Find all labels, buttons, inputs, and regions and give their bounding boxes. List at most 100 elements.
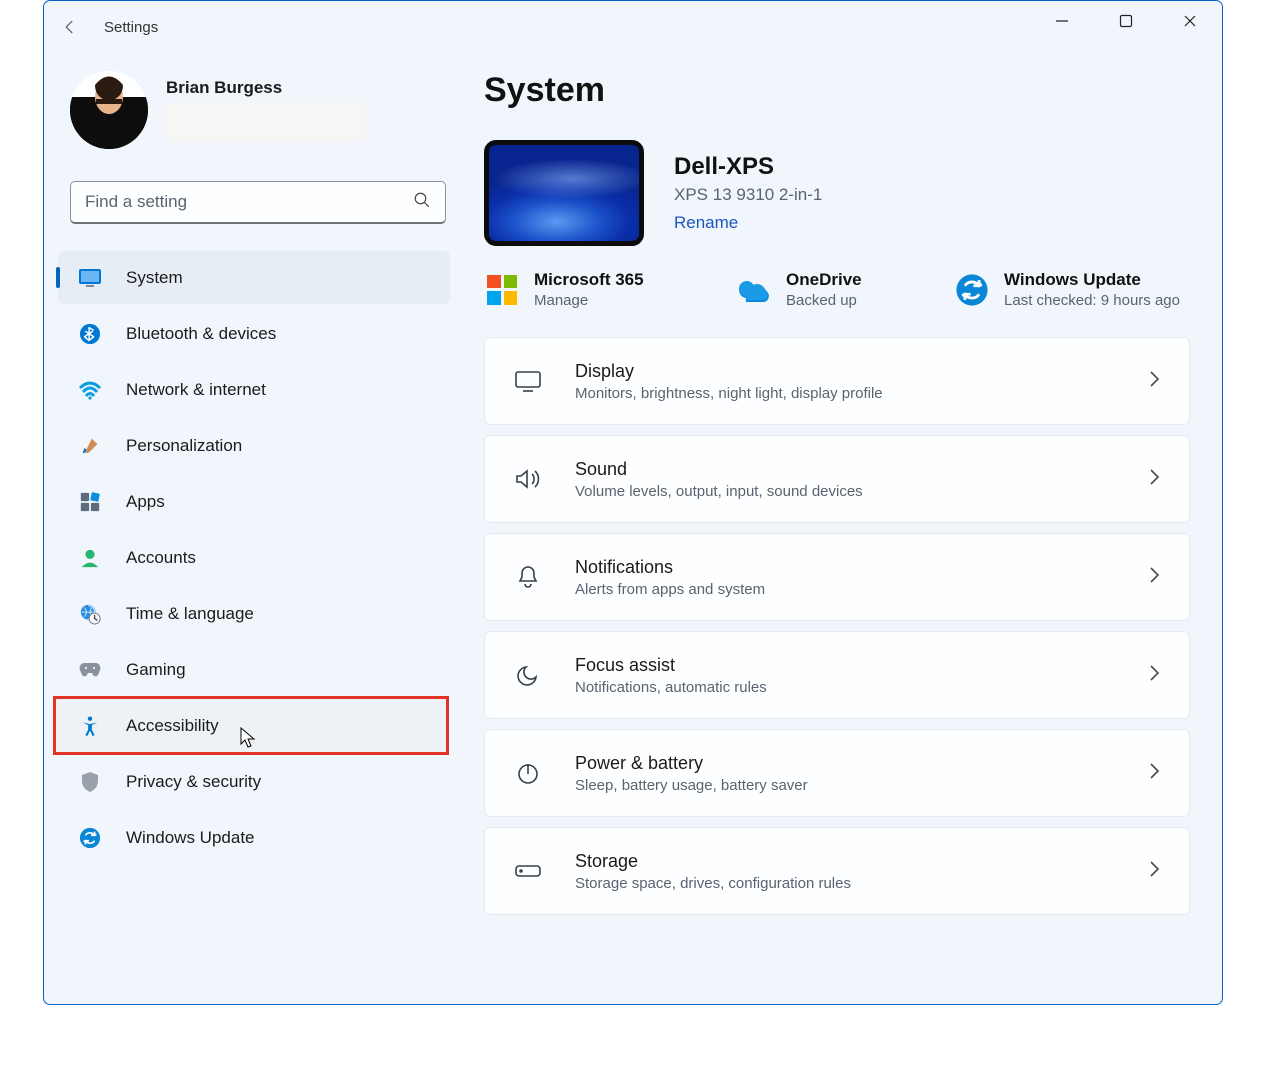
status-title: OneDrive (786, 270, 862, 290)
chevron-right-icon (1147, 468, 1161, 491)
search-input[interactable] (85, 192, 413, 212)
sidebar-item-label: Windows Update (126, 828, 255, 848)
status-sub: Manage (534, 292, 644, 309)
profile-section[interactable]: Brian Burgess (44, 61, 464, 163)
chevron-right-icon (1147, 762, 1161, 785)
setting-card-focus[interactable]: Focus assist Notifications, automatic ru… (484, 631, 1190, 719)
setting-card-notifications[interactable]: Notifications Alerts from apps and syste… (484, 533, 1190, 621)
sidebar: Brian Burgess System (44, 53, 464, 1004)
chevron-right-icon (1147, 566, 1161, 589)
minimize-button[interactable] (1030, 1, 1094, 41)
status-sub: Backed up (786, 292, 862, 309)
sidebar-item-label: Bluetooth & devices (126, 324, 276, 344)
search-box[interactable] (70, 181, 446, 224)
device-model: XPS 13 9310 2-in-1 (674, 185, 822, 205)
status-card-onedrive[interactable]: OneDrive Backed up (736, 270, 862, 309)
card-sub: Sleep, battery usage, battery saver (575, 777, 1115, 794)
back-button[interactable] (54, 11, 86, 43)
microsoft-icon (484, 272, 520, 308)
sidebar-item-network[interactable]: Network & internet (58, 363, 450, 416)
setting-card-display[interactable]: Display Monitors, brightness, night ligh… (484, 337, 1190, 425)
chevron-right-icon (1147, 664, 1161, 687)
device-section: Dell-XPS XPS 13 9310 2-in-1 Rename (484, 140, 1190, 246)
sidebar-item-privacy[interactable]: Privacy & security (58, 755, 450, 808)
setting-card-storage[interactable]: Storage Storage space, drives, configura… (484, 827, 1190, 915)
setting-card-sound[interactable]: Sound Volume levels, output, input, soun… (484, 435, 1190, 523)
sidebar-item-label: Privacy & security (126, 772, 261, 792)
sidebar-item-accessibility[interactable]: Accessibility (56, 699, 446, 752)
status-title: Microsoft 365 (534, 270, 644, 290)
clock-globe-icon (78, 602, 102, 626)
display-icon (513, 366, 543, 396)
windows-update-icon (954, 272, 990, 308)
rename-link[interactable]: Rename (674, 213, 738, 233)
sidebar-item-personalization[interactable]: Personalization (58, 419, 450, 472)
setting-card-power[interactable]: Power & battery Sleep, battery usage, ba… (484, 729, 1190, 817)
sidebar-item-label: System (126, 268, 183, 288)
status-sub: Last checked: 9 hours ago (1004, 292, 1180, 309)
status-title: Windows Update (1004, 270, 1180, 290)
window-title: Settings (104, 19, 158, 36)
window-controls (1030, 1, 1222, 41)
sidebar-item-time[interactable]: Time & language (58, 587, 450, 640)
power-icon (513, 758, 543, 788)
sidebar-item-label: Network & internet (126, 380, 266, 400)
card-sub: Notifications, automatic rules (575, 679, 1115, 696)
apps-icon (78, 490, 102, 514)
system-icon (78, 266, 102, 290)
bluetooth-icon (78, 322, 102, 346)
chevron-right-icon (1147, 860, 1161, 883)
accessibility-icon (78, 714, 102, 738)
sidebar-item-gaming[interactable]: Gaming (58, 643, 450, 696)
nav-list: System Bluetooth & devices Network & int… (44, 248, 464, 867)
card-title: Notifications (575, 557, 1115, 578)
sidebar-item-system[interactable]: System (58, 251, 450, 304)
card-title: Power & battery (575, 753, 1115, 774)
sidebar-item-label: Accessibility (126, 716, 219, 736)
chevron-right-icon (1147, 370, 1161, 393)
avatar (70, 71, 148, 149)
sidebar-item-accounts[interactable]: Accounts (58, 531, 450, 584)
close-button[interactable] (1158, 1, 1222, 41)
profile-email-redacted (166, 102, 366, 142)
page-title: System (484, 71, 1190, 110)
device-name: Dell-XPS (674, 153, 822, 181)
shield-icon (78, 770, 102, 794)
sidebar-item-label: Gaming (126, 660, 186, 680)
gamepad-icon (78, 658, 102, 682)
main-content: System Dell-XPS XPS 13 9310 2-in-1 Renam… (464, 53, 1222, 1004)
sidebar-item-bluetooth[interactable]: Bluetooth & devices (58, 307, 450, 360)
moon-icon (513, 660, 543, 690)
card-sub: Storage space, drives, configuration rul… (575, 875, 1115, 892)
storage-icon (513, 856, 543, 886)
card-sub: Volume levels, output, input, sound devi… (575, 483, 1115, 500)
sidebar-item-update[interactable]: Windows Update (58, 811, 450, 864)
sidebar-item-label: Accounts (126, 548, 196, 568)
settings-window: Settings (43, 0, 1223, 1005)
card-sub: Alerts from apps and system (575, 581, 1115, 598)
sidebar-item-label: Time & language (126, 604, 254, 624)
card-title: Sound (575, 459, 1115, 480)
sidebar-item-label: Personalization (126, 436, 242, 456)
search-icon (413, 191, 431, 214)
status-card-update[interactable]: Windows Update Last checked: 9 hours ago (954, 270, 1180, 309)
status-card-m365[interactable]: Microsoft 365 Manage (484, 270, 644, 309)
wifi-icon (78, 378, 102, 402)
sidebar-item-apps[interactable]: Apps (58, 475, 450, 528)
sidebar-item-label: Apps (126, 492, 165, 512)
sound-icon (513, 464, 543, 494)
onedrive-icon (736, 272, 772, 308)
person-icon (78, 546, 102, 570)
card-title: Focus assist (575, 655, 1115, 676)
maximize-button[interactable] (1094, 1, 1158, 41)
paintbrush-icon (78, 434, 102, 458)
card-sub: Monitors, brightness, night light, displ… (575, 385, 1115, 402)
cursor-icon (240, 727, 258, 754)
title-bar: Settings (44, 1, 1222, 53)
card-title: Display (575, 361, 1115, 382)
update-icon (78, 826, 102, 850)
settings-list: Display Monitors, brightness, night ligh… (484, 337, 1190, 915)
device-thumbnail[interactable] (484, 140, 644, 246)
card-title: Storage (575, 851, 1115, 872)
status-cards: Microsoft 365 Manage OneDrive Backed up (484, 270, 1190, 309)
